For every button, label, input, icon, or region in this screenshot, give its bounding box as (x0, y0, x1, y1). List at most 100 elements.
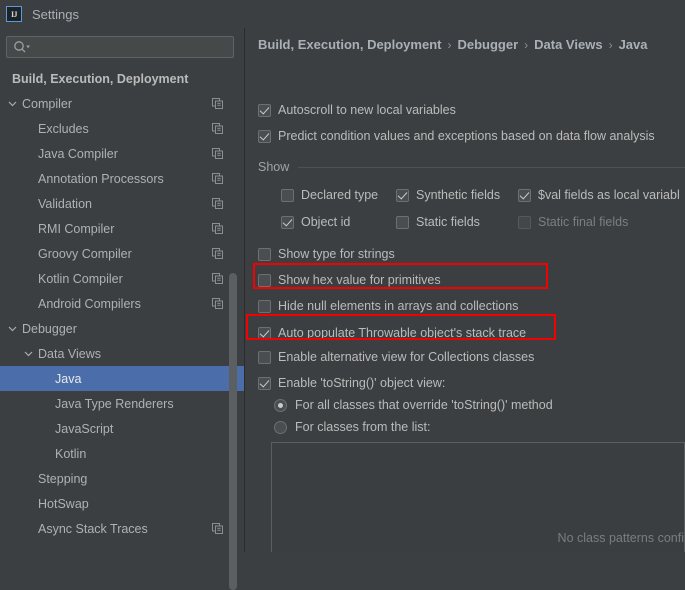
sidebar-item-java[interactable]: Java (0, 366, 245, 391)
radio-button[interactable] (274, 420, 287, 434)
copy-settings-icon[interactable] (212, 223, 223, 234)
copy-settings-icon[interactable] (212, 298, 223, 309)
copy-settings-icon[interactable] (212, 198, 223, 209)
checkbox-label: Predict condition values and exceptions … (278, 129, 655, 143)
checkbox-label: Static final fields (538, 215, 629, 229)
checkbox-label: Show type for strings (278, 247, 395, 261)
sidebar-item-java-compiler[interactable]: Java Compiler (0, 141, 245, 166)
sidebar-scrollbar-thumb[interactable] (229, 273, 237, 590)
class-patterns-empty-text: No class patterns confi (557, 531, 684, 545)
checkbox-box[interactable] (258, 350, 271, 364)
checkbox-label: Enable 'toString()' object view: (278, 376, 446, 390)
checkbox-label: Synthetic fields (416, 188, 501, 202)
checkbox-box[interactable] (396, 215, 409, 229)
checkbox-object-id[interactable]: Object id (281, 215, 350, 229)
checkbox-show-hex-value-for-primitives[interactable]: Show hex value for primitives (258, 273, 441, 287)
settings-sidebar: Build, Execution, Deployment Compiler Excl… (0, 28, 245, 590)
sidebar-item-kotlin-compiler[interactable]: Kotlin Compiler (0, 266, 245, 291)
copy-settings-icon[interactable] (212, 148, 223, 159)
sidebar-item-groovy-compiler[interactable]: Groovy Compiler (0, 241, 245, 266)
breadcrumb-item[interactable]: Data Views (534, 37, 602, 52)
checkbox-synthetic-fields[interactable]: Synthetic fields (396, 188, 500, 202)
checkbox-box[interactable] (281, 188, 294, 202)
sidebar-item-label: Annotation Processors (38, 171, 164, 186)
copy-settings-icon[interactable] (212, 523, 223, 534)
settings-detail-panel: Build, Execution, Deployment › Debugger › Da… (245, 28, 685, 552)
checkbox-label: Hide null elements in arrays and collect… (278, 299, 519, 313)
window-title: Settings (32, 6, 79, 22)
sidebar-item-label: JavaScript (55, 421, 114, 436)
checkbox-static-fields[interactable]: Static fields (396, 215, 480, 229)
intellij-idea-icon: IJ (6, 6, 22, 22)
chevron-down-icon[interactable] (8, 99, 17, 108)
checkbox-box[interactable] (281, 215, 294, 229)
checkbox-declared-type[interactable]: Declared type (281, 188, 378, 202)
checkbox-box[interactable] (518, 188, 531, 202)
sidebar-item-javascript[interactable]: JavaScript (0, 416, 245, 441)
copy-settings-icon[interactable] (212, 98, 223, 109)
sidebar-item-label: Java Type Renderers (55, 396, 174, 411)
sidebar-scrollbar-track[interactable] (229, 66, 241, 590)
class-patterns-list[interactable]: No class patterns confi (271, 442, 685, 552)
checkbox-enable-tostring-object-view[interactable]: Enable 'toString()' object view: (258, 376, 445, 390)
radio-label: For all classes that override 'toString(… (295, 398, 553, 412)
checkbox-val-fields-as-local-variables[interactable]: $val fields as local variabl (518, 188, 680, 202)
sidebar-item-excludes[interactable]: Excludes (0, 116, 245, 141)
checkbox-box[interactable] (258, 273, 271, 287)
checkbox-box[interactable] (258, 299, 271, 313)
sidebar-item-build-execution-deployment[interactable]: Build, Execution, Deployment (0, 66, 245, 91)
sidebar-item-data-views[interactable]: Data Views (0, 341, 245, 366)
checkbox-box (518, 215, 531, 229)
checkbox-box[interactable] (258, 326, 271, 340)
breadcrumb-item[interactable]: Debugger (457, 37, 518, 52)
copy-settings-icon[interactable] (212, 173, 223, 184)
sidebar-item-async-stack-traces[interactable]: Async Stack Traces (0, 516, 245, 541)
sidebar-item-label: HotSwap (38, 496, 89, 511)
sidebar-item-validation[interactable]: Validation (0, 191, 245, 216)
checkbox-label: Static fields (416, 215, 480, 229)
radio-button[interactable] (274, 398, 287, 412)
checkbox-box[interactable] (258, 103, 271, 117)
radio-for-classes-from-list[interactable]: For classes from the list: (274, 420, 430, 434)
sidebar-item-kotlin[interactable]: Kotlin (0, 441, 245, 466)
sidebar-item-rmi-compiler[interactable]: RMI Compiler (0, 216, 245, 241)
copy-settings-icon[interactable] (212, 273, 223, 284)
sidebar-item-label: Java Compiler (38, 146, 118, 161)
chevron-down-icon[interactable] (24, 349, 33, 358)
sidebar-item-label: Kotlin Compiler (38, 271, 123, 286)
sidebar-item-label: Build, Execution, Deployment (12, 71, 189, 86)
checkbox-box[interactable] (258, 129, 271, 143)
checkbox-box[interactable] (258, 247, 271, 261)
sidebar-item-java-type-renderers[interactable]: Java Type Renderers (0, 391, 245, 416)
checkbox-autoscroll-to-new-local-variables[interactable]: Autoscroll to new local variables (258, 103, 456, 117)
checkbox-hide-null-elements[interactable]: Hide null elements in arrays and collect… (258, 299, 518, 313)
breadcrumb-item[interactable]: Build, Execution, Deployment (258, 37, 441, 52)
sidebar-item-label: Data Views (38, 346, 101, 361)
checkbox-box[interactable] (396, 188, 409, 202)
sidebar-item-stepping[interactable]: Stepping (0, 466, 245, 491)
sidebar-item-label: Compiler (22, 96, 73, 111)
sidebar-item-annotation-processors[interactable]: Annotation Processors (0, 166, 245, 191)
sidebar-item-compiler[interactable]: Compiler (0, 91, 245, 116)
sidebar-item-label: Groovy Compiler (38, 246, 132, 261)
checkbox-box[interactable] (258, 376, 271, 390)
checkbox-show-type-for-strings[interactable]: Show type for strings (258, 247, 395, 261)
search-input[interactable] (6, 36, 234, 58)
breadcrumb-item[interactable]: Java (619, 37, 648, 52)
radio-for-all-classes-override-tostring[interactable]: For all classes that override 'toString(… (274, 398, 553, 412)
settings-tree[interactable]: Build, Execution, Deployment Compiler Excl… (0, 66, 245, 552)
checkbox-predict-condition-values[interactable]: Predict condition values and exceptions … (258, 129, 655, 143)
sidebar-item-hotswap[interactable]: HotSwap (0, 491, 245, 516)
checkbox-auto-populate-throwable-stack-trace[interactable]: Auto populate Throwable object's stack t… (258, 326, 526, 340)
sidebar-item-label: Async Stack Traces (38, 521, 148, 536)
checkbox-enable-alternative-view-collections[interactable]: Enable alternative view for Collections … (258, 350, 534, 364)
checkbox-label: Enable alternative view for Collections … (278, 350, 535, 364)
copy-settings-icon[interactable] (212, 123, 223, 134)
copy-settings-icon[interactable] (212, 248, 223, 259)
breadcrumb-separator: › (447, 38, 452, 52)
sidebar-item-android-compilers[interactable]: Android Compilers (0, 291, 245, 316)
breadcrumb: Build, Execution, Deployment › Debugger › Da… (258, 37, 647, 52)
chevron-down-icon[interactable] (8, 324, 17, 333)
sidebar-item-label: Java (55, 371, 82, 386)
sidebar-item-debugger[interactable]: Debugger (0, 316, 245, 341)
